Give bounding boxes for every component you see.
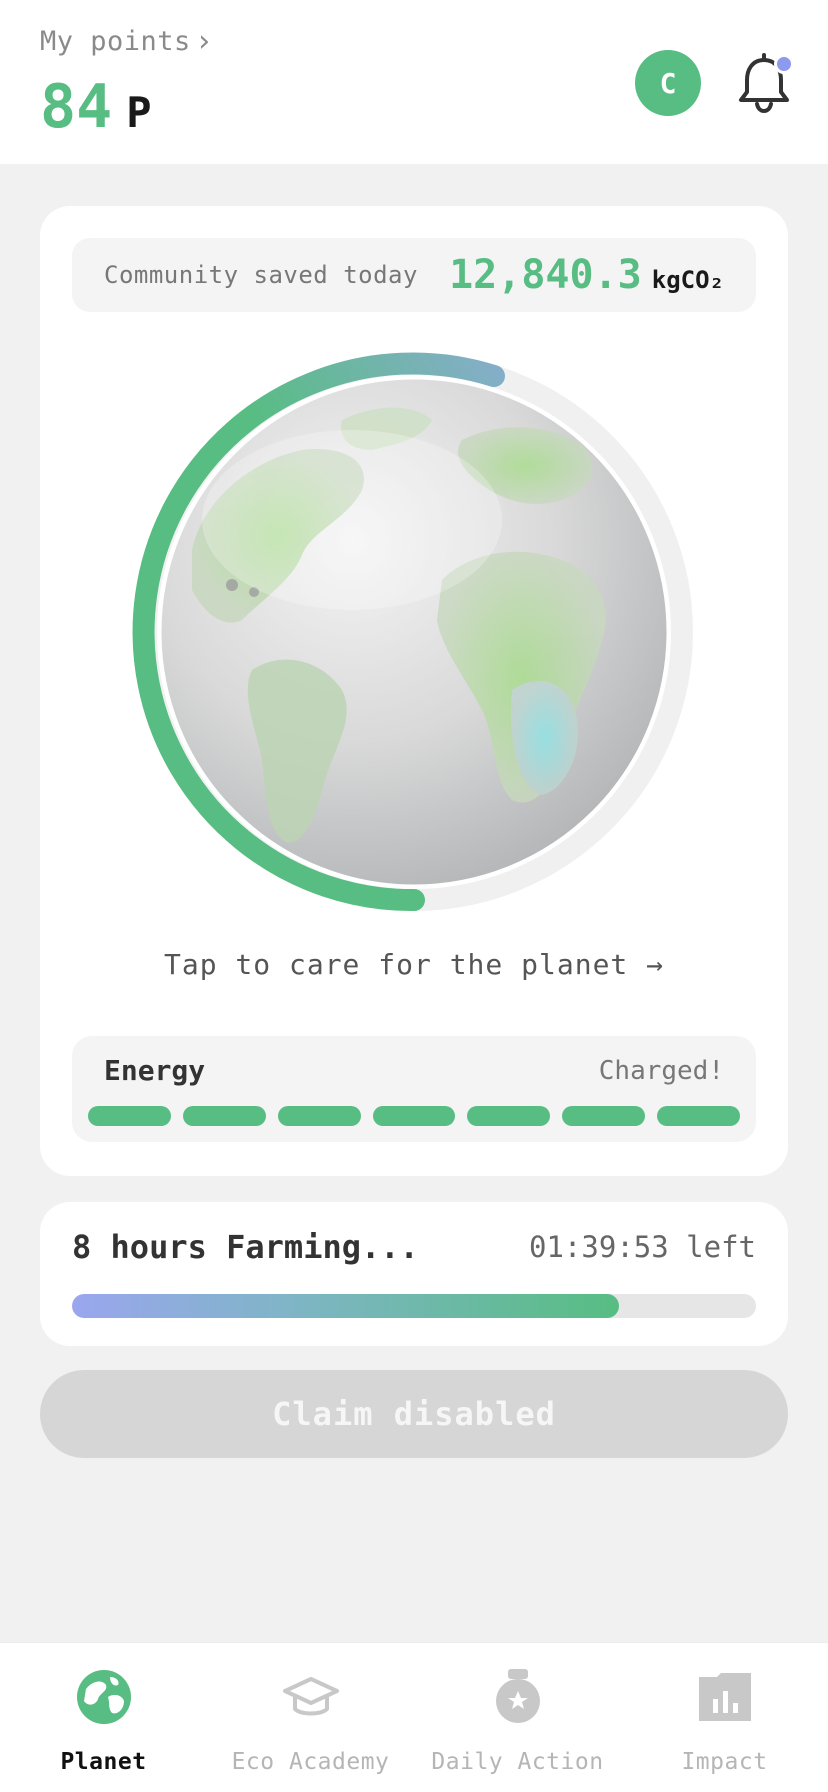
energy-panel: Energy Charged! (72, 1036, 756, 1142)
community-saved-label: Community saved today (104, 261, 418, 289)
farming-progress-fill (72, 1294, 620, 1318)
planet-icon (76, 1670, 131, 1724)
community-saved-value: 12,840.3 (449, 252, 642, 298)
my-points-link[interactable]: My points › (40, 26, 213, 57)
claim-button[interactable]: Claim disabled (40, 1370, 788, 1458)
farming-progress-track (72, 1294, 756, 1318)
avatar[interactable]: C (635, 50, 701, 116)
avatar-initial: C (659, 66, 677, 100)
energy-label: Energy (104, 1054, 206, 1087)
energy-segment (277, 1106, 361, 1126)
chevron-right-icon: › (194, 23, 214, 59)
bar-chart-icon (698, 1673, 751, 1721)
energy-segment (88, 1106, 171, 1126)
care-for-planet-link[interactable]: Tap to care for the planet → (40, 948, 788, 981)
points-unit: P (126, 88, 152, 137)
globe-button[interactable] (132, 350, 696, 914)
my-points-label: My points (40, 26, 191, 57)
energy-segment (467, 1106, 551, 1126)
farming-title: 8 hours Farming... (72, 1228, 419, 1266)
nav-label-eco-academy: Eco Academy (231, 1749, 390, 1775)
points-display: 84 P (40, 72, 152, 142)
points-value: 84 (40, 72, 113, 142)
farming-time-left: 01:39:53 left (529, 1230, 756, 1264)
community-saved-unit: kgCO₂ (651, 266, 724, 294)
nav-label-planet: Planet (60, 1749, 147, 1775)
farming-card: 8 hours Farming... 01:39:53 left (40, 1202, 788, 1346)
energy-segment (372, 1106, 456, 1126)
energy-segment (182, 1106, 266, 1126)
bottom-nav: Planet Eco Academy Daily Action Impact (0, 1642, 828, 1792)
energy-segment (657, 1106, 741, 1126)
energy-bars (88, 1106, 741, 1126)
planet-card: Community saved today 12,840.3 kgCO₂ Tap… (40, 206, 788, 1176)
nav-item-planet[interactable]: Planet (0, 1643, 207, 1792)
graduation-cap-icon (282, 1677, 339, 1716)
community-saved-box: Community saved today 12,840.3 kgCO₂ (72, 238, 756, 312)
energy-status: Charged! (598, 1056, 724, 1086)
header: My points › 84 P C (0, 0, 828, 164)
nav-item-impact[interactable]: Impact (621, 1643, 828, 1792)
notification-dot (774, 54, 794, 74)
nav-item-daily-action[interactable]: Daily Action (414, 1643, 621, 1792)
nav-item-eco-academy[interactable]: Eco Academy (207, 1643, 414, 1792)
medal-icon (495, 1669, 540, 1723)
nav-label-impact: Impact (681, 1749, 768, 1775)
energy-segment (562, 1106, 646, 1126)
nav-label-daily-action: Daily Action (431, 1749, 604, 1775)
